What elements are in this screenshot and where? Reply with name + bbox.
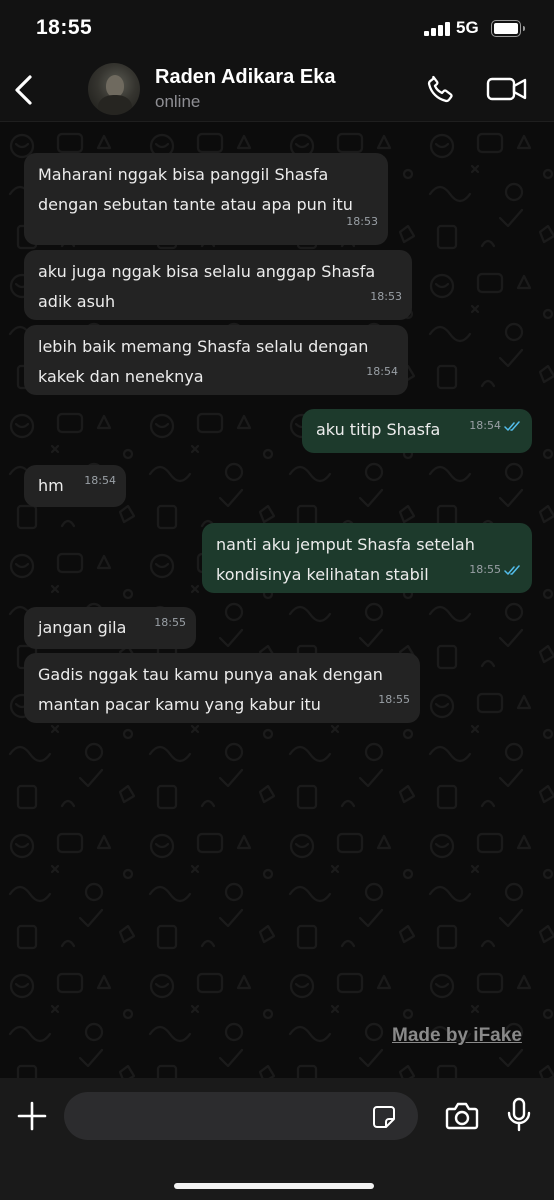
watermark: Made by iFake [392,1025,522,1046]
network-type: 5G [456,18,479,37]
camera-icon [445,1102,479,1130]
phone-icon [427,75,453,103]
read-receipt-icon [504,564,520,575]
voice-message-button[interactable] [506,1097,532,1133]
avatar[interactable] [88,63,140,115]
back-button[interactable] [10,72,38,108]
chat-header: Raden Adikara Eka online [0,58,554,122]
voice-call-button[interactable] [424,72,458,106]
attach-button[interactable] [16,1100,48,1132]
plus-icon [17,1101,47,1131]
sticker-icon [373,1106,395,1128]
message-meta: 18:53 [370,282,402,312]
message-bubble-incoming[interactable]: aku juga nggak bisa selalu anggap Shasfa… [24,250,412,320]
message-meta: 18:54 [469,411,522,441]
message-meta: 18:55 [378,685,410,715]
camera-button[interactable] [445,1100,479,1132]
message-text: lebih baik memang Shasfa selalu dengan k… [38,337,369,386]
message-bubble-outgoing[interactable]: aku titip Shasfa 18:54 [302,409,532,453]
contact-name[interactable]: Raden Adikara Eka [155,66,335,89]
sticker-button[interactable] [372,1105,396,1129]
message-time: 18:55 [469,563,501,576]
message-text: Maharani nggak bisa panggil Shasfa denga… [38,165,353,214]
message-time: 18:53 [346,215,378,228]
read-receipt-icon [504,420,520,431]
message-bubble-incoming[interactable]: Gadis nggak tau kamu punya anak dengan m… [24,653,420,723]
message-input[interactable] [64,1092,418,1140]
chat-area[interactable]: Maharani nggak bisa panggil Shasfa denga… [0,122,554,1078]
input-bar [0,1078,554,1200]
message-bubble-incoming[interactable]: Maharani nggak bisa panggil Shasfa denga… [24,153,388,245]
message-time: 18:54 [469,419,501,432]
message-time: 18:53 [370,290,402,303]
message-bubble-incoming[interactable]: lebih baik memang Shasfa selalu dengan k… [24,325,408,395]
status-bar: 18:55 5G [0,0,554,58]
home-indicator[interactable] [174,1183,374,1189]
message-text: Gadis nggak tau kamu punya anak dengan m… [38,665,383,714]
message-text: aku juga nggak bisa selalu anggap Shasfa… [38,262,376,311]
message-meta: 18:53 [346,207,378,237]
message-time: 18:55 [154,616,186,629]
message-meta: 18:54 [366,357,398,387]
video-camera-icon [486,77,527,101]
message-bubble-incoming[interactable]: jangan gila 18:55 [24,607,196,649]
message-meta: 18:55 [154,608,186,638]
message-meta: 18:54 [84,466,116,496]
message-bubble-incoming[interactable]: hm 18:54 [24,465,126,507]
message-time: 18:54 [84,474,116,487]
microphone-icon [507,1097,531,1132]
back-chevron-icon [15,75,32,105]
message-bubble-outgoing[interactable]: nanti aku jemput Shasfa setelah kondisin… [202,523,532,593]
video-call-button[interactable] [486,74,528,104]
battery-icon [491,20,525,37]
status-time: 18:55 [36,16,93,39]
contact-status: online [155,92,201,111]
signal-bars-icon [424,22,450,36]
message-time: 18:55 [378,693,410,706]
message-time: 18:54 [366,365,398,378]
message-meta: 18:55 [469,555,522,585]
